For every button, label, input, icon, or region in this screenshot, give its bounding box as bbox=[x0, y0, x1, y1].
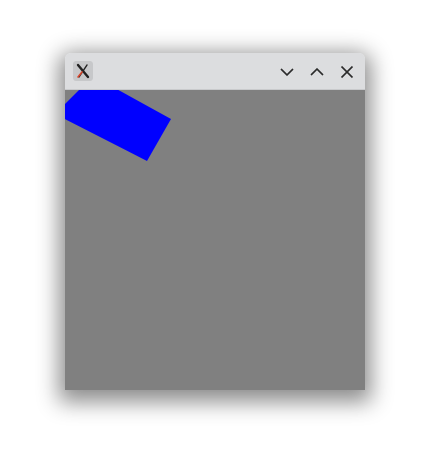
maximize-button[interactable] bbox=[307, 62, 327, 82]
app-window bbox=[65, 53, 365, 390]
close-button[interactable] bbox=[337, 62, 357, 82]
chevron-up-icon bbox=[310, 67, 324, 76]
chevron-down-icon bbox=[280, 68, 294, 77]
title-bar[interactable] bbox=[65, 53, 365, 90]
x-window-system-icon bbox=[73, 61, 93, 81]
minimize-button[interactable] bbox=[277, 62, 297, 82]
drawing-canvas bbox=[65, 90, 365, 390]
close-icon bbox=[340, 65, 354, 79]
